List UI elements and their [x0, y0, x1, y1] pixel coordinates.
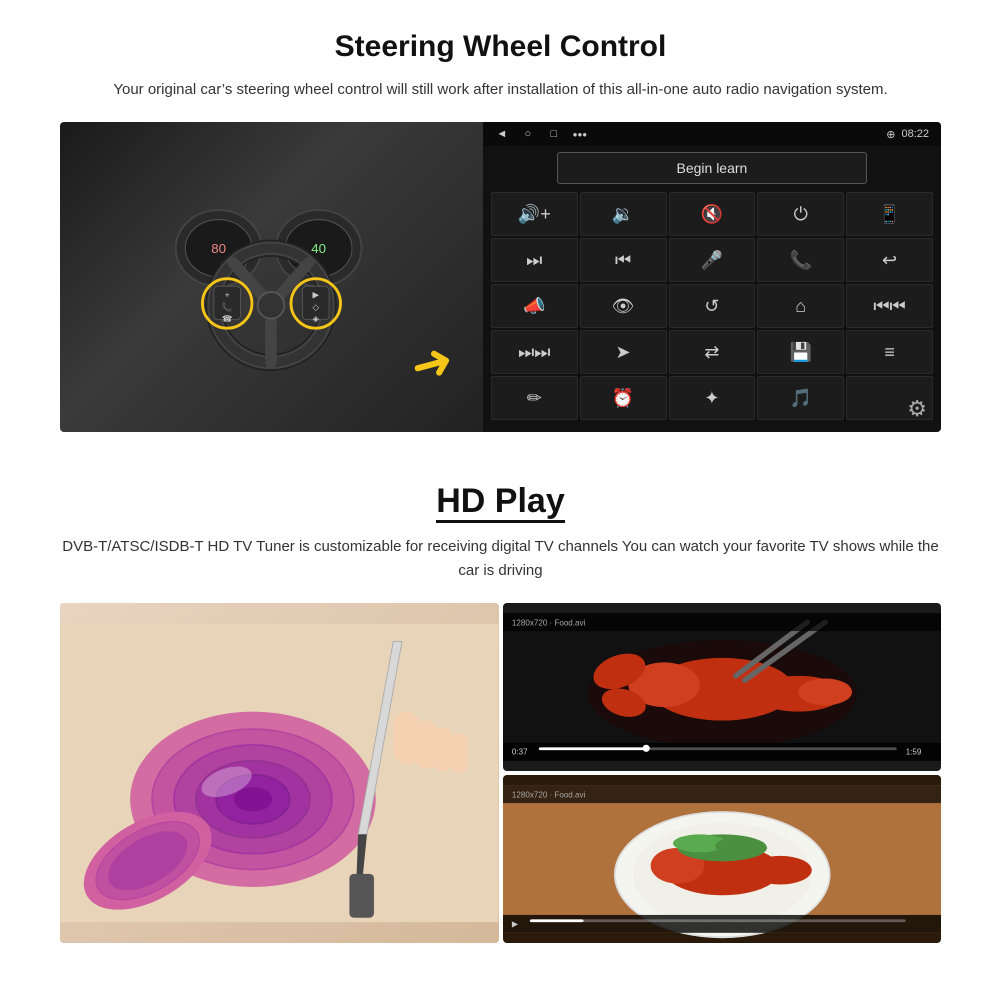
- icon-phone-skip[interactable]: 📱: [846, 192, 933, 236]
- svg-text:▶: ▶: [511, 920, 518, 929]
- icon-music[interactable]: 🎵: [757, 376, 844, 420]
- status-right: ⊕ 08:22: [886, 128, 929, 141]
- svg-text:☎: ☎: [222, 314, 233, 324]
- svg-text:▶: ▶: [313, 290, 320, 300]
- svg-text:📞: 📞: [222, 301, 233, 312]
- steering-image-row: 80 40 +: [60, 122, 941, 432]
- svg-text:◇: ◇: [313, 302, 320, 312]
- icon-nav[interactable]: ➤: [580, 330, 667, 374]
- icon-360[interactable]: 👁: [580, 284, 667, 328]
- icon-call[interactable]: 📞: [757, 238, 844, 282]
- home-icon: ○: [521, 127, 535, 141]
- recents-icon: □: [547, 127, 561, 141]
- video-overlay-top: [503, 603, 942, 771]
- icon-hangup[interactable]: ↩: [846, 238, 933, 282]
- icon-prev[interactable]: ⏮: [580, 238, 667, 282]
- steering-wheel-svg: 80 40 +: [161, 172, 381, 372]
- steering-title: Steering Wheel Control: [60, 30, 941, 64]
- steering-subtitle: Your original car’s steering wheel contr…: [60, 78, 941, 102]
- begin-learn-button[interactable]: Begin learn: [557, 152, 866, 184]
- onion-visual: [60, 603, 499, 943]
- page-wrapper: Steering Wheel Control Your original car…: [0, 0, 1001, 963]
- icon-pen[interactable]: ✏: [491, 376, 578, 420]
- hd-video-right-bottom: 1280x720 · Food.avi ▶: [503, 775, 942, 943]
- hd-section: HD Play DVB-T/ATSC/ISDB-T HD TV Tuner is…: [0, 452, 1001, 963]
- icon-announce[interactable]: 📣: [491, 284, 578, 328]
- hd-video-right-top: 1280x720 · Food.avi 0:37 1:59: [503, 603, 942, 771]
- gps-icon: ⊕: [886, 128, 895, 141]
- hd-subtitle: DVB-T/ATSC/ISDB-T HD TV Tuner is customi…: [60, 535, 941, 583]
- lobster-bottom-svg: 1280x720 · Food.avi ▶: [503, 775, 942, 943]
- icon-power[interactable]: ⏻: [757, 192, 844, 236]
- icon-grid: 🔊+ 🔉 🔇 ⏻ 📱 ⏭ ⏮ 🎤 📞 ↩ 📣 👁: [491, 192, 933, 420]
- icon-eject[interactable]: 💾: [757, 330, 844, 374]
- yellow-arrow: ➜: [404, 330, 459, 397]
- svg-text:◈: ◈: [313, 314, 320, 324]
- icon-mic[interactable]: 🎤: [669, 238, 756, 282]
- icon-home[interactable]: ⌂: [757, 284, 844, 328]
- onion-svg: [60, 603, 499, 943]
- icon-vol-down[interactable]: 🔉: [580, 192, 667, 236]
- hd-video-left: [60, 603, 499, 943]
- svg-text:80: 80: [212, 241, 227, 256]
- android-ui: ◄ ○ □ ●●● ⊕ 08:22 Begin learn 🔊: [483, 122, 941, 432]
- icon-vol-up[interactable]: 🔊+: [491, 192, 578, 236]
- icon-skip-back[interactable]: ⏮⏮: [846, 284, 933, 328]
- icon-eq[interactable]: ≡: [846, 330, 933, 374]
- svg-text:40: 40: [312, 241, 327, 256]
- android-status-bar: ◄ ○ □ ●●● ⊕ 08:22: [483, 122, 941, 146]
- hd-title: HD Play: [60, 482, 941, 521]
- dots-icon: ●●●: [573, 127, 587, 141]
- status-time: 08:22: [901, 128, 929, 140]
- hd-image-grid: 1280x720 · Food.avi 0:37 1:59: [60, 603, 941, 943]
- android-nav-icons: ◄ ○ □ ●●●: [495, 127, 587, 141]
- svg-text:1280x720 · Food.avi: 1280x720 · Food.avi: [511, 791, 585, 800]
- icon-swap[interactable]: ⇄: [669, 330, 756, 374]
- icon-bluetooth[interactable]: ✦: [669, 376, 756, 420]
- settings-gear-icon[interactable]: ⚙: [907, 396, 927, 422]
- icon-next[interactable]: ⏭: [491, 238, 578, 282]
- back-icon: ◄: [495, 127, 509, 141]
- steering-section: Steering Wheel Control Your original car…: [0, 0, 1001, 452]
- icon-clock[interactable]: ⏰: [580, 376, 667, 420]
- icon-forward[interactable]: ⏭⏭: [491, 330, 578, 374]
- steering-wheel-container: 80 40 +: [156, 172, 386, 382]
- icon-mute[interactable]: 🔇: [669, 192, 756, 236]
- svg-text:+: +: [225, 290, 230, 300]
- android-content: Begin learn 🔊+ 🔉 🔇 ⏻ 📱 ⏭ ⏮ 🎤 📞 ↩: [483, 146, 941, 432]
- steering-photo: 80 40 +: [60, 122, 483, 432]
- icon-back[interactable]: ↺: [669, 284, 756, 328]
